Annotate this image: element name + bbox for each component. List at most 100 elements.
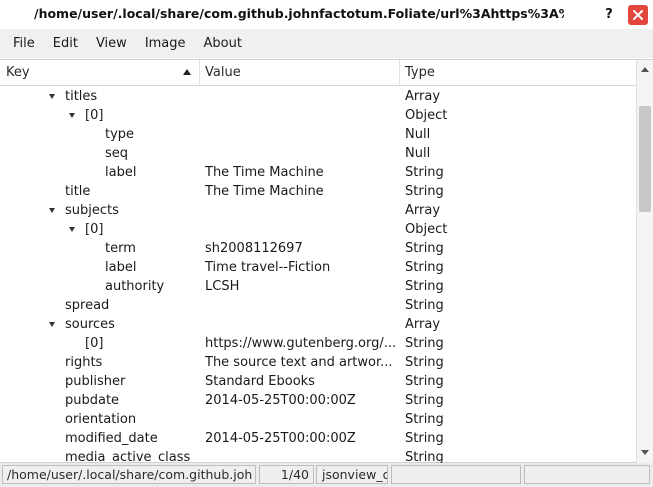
row-type: String: [405, 450, 444, 463]
column-header-key[interactable]: Key: [0, 60, 200, 85]
row-key: modified_date: [65, 431, 158, 446]
row-value: LCSH: [205, 279, 240, 294]
sort-ascending-icon: [183, 69, 191, 75]
row-key: label: [105, 165, 137, 180]
tree-row[interactable]: type Null: [0, 125, 636, 144]
row-type: Null: [405, 127, 431, 142]
row-key: titles: [65, 89, 98, 104]
row-value: sh2008112697: [205, 241, 303, 256]
row-type: Array: [405, 89, 441, 104]
close-icon: [633, 10, 643, 20]
tree-row[interactable]: title The Time Machine String: [0, 182, 636, 201]
row-key: [0]: [85, 222, 104, 237]
tree-row[interactable]: rights The source text and artwor... Strin…: [0, 353, 636, 372]
tree-row[interactable]: titles Array: [0, 87, 636, 106]
row-key: [0]: [85, 336, 104, 351]
tree-row[interactable]: publisher Standard Ebooks String: [0, 372, 636, 391]
row-key: rights: [65, 355, 103, 370]
row-value: 2014-05-25T00:00:00Z: [205, 393, 356, 408]
status-app-name: jsonview_qt5: [316, 465, 388, 484]
tree-row[interactable]: [0] https://www.gutenberg.org/... String: [0, 334, 636, 353]
column-header-value[interactable]: Value: [200, 60, 400, 85]
row-value: https://www.gutenberg.org/...: [205, 336, 397, 351]
status-field-empty-2: [524, 465, 650, 484]
tree-row[interactable]: modified_date 2014-05-25T00:00:00Z String: [0, 429, 636, 448]
row-type: String: [405, 412, 444, 427]
status-bar: /home/user/.local/share/com.github.joh 1…: [0, 463, 653, 487]
menu-about[interactable]: About: [195, 29, 251, 58]
chevron-down-icon[interactable]: [48, 87, 58, 106]
row-type: Array: [405, 317, 441, 332]
row-key: sources: [65, 317, 115, 332]
row-type: String: [405, 393, 444, 408]
row-type: String: [405, 336, 444, 351]
row-type: Array: [405, 203, 441, 218]
row-key: label: [105, 260, 137, 275]
tree-row[interactable]: label Time travel--Fiction String: [0, 258, 636, 277]
row-type: String: [405, 184, 444, 199]
menu-file[interactable]: File: [4, 29, 44, 58]
row-key: authority: [105, 279, 165, 294]
tree-header: Key Value Type: [0, 60, 636, 86]
row-key: term: [105, 241, 136, 256]
row-key: spread: [65, 298, 110, 313]
row-type: String: [405, 279, 444, 294]
close-button[interactable]: [628, 5, 648, 25]
scroll-down-arrow-icon[interactable]: [637, 445, 653, 461]
menu-edit[interactable]: Edit: [44, 29, 87, 58]
scroll-up-arrow-icon[interactable]: [637, 62, 653, 78]
window-title: /home/user/.local/share/com.github.johnf…: [34, 6, 564, 21]
json-tree-view[interactable]: Key Value Type titles Array [0] Object type N…: [0, 59, 653, 463]
menu-bar: File Edit View Image About: [0, 29, 653, 58]
menu-image[interactable]: Image: [136, 29, 195, 58]
column-header-key-label: Key: [6, 65, 30, 80]
row-key: title: [65, 184, 91, 199]
chevron-down-icon[interactable]: [68, 106, 78, 125]
title-bar: /home/user/.local/share/com.github.johnf…: [0, 0, 653, 29]
tree-row[interactable]: sources Array: [0, 315, 636, 334]
tree-row[interactable]: orientation String: [0, 410, 636, 429]
row-key: seq: [105, 146, 129, 161]
status-file-path: /home/user/.local/share/com.github.joh: [2, 465, 256, 484]
row-value: The source text and artwor...: [205, 355, 393, 370]
row-key: [0]: [85, 108, 104, 123]
tree-row[interactable]: subjects Array: [0, 201, 636, 220]
row-value: Time travel--Fiction: [205, 260, 331, 275]
row-value: The Time Machine: [205, 165, 324, 180]
status-field-empty-1: [391, 465, 521, 484]
tree-row[interactable]: pubdate 2014-05-25T00:00:00Z String: [0, 391, 636, 410]
scrollbar-thumb[interactable]: [639, 106, 651, 212]
tree-row[interactable]: authority LCSH String: [0, 277, 636, 296]
row-type: Object: [405, 108, 448, 123]
row-key: orientation: [65, 412, 137, 427]
row-type: String: [405, 431, 444, 446]
menu-view[interactable]: View: [87, 29, 136, 58]
row-key: type: [105, 127, 135, 142]
row-type: Null: [405, 146, 431, 161]
tree-row[interactable]: spread String: [0, 296, 636, 315]
tree-rows: titles Array [0] Object type Null seq Null label…: [0, 87, 636, 463]
row-key: publisher: [65, 374, 126, 389]
chevron-down-icon[interactable]: [48, 315, 58, 334]
row-key: media_active_class: [65, 450, 191, 463]
tree-row[interactable]: term sh2008112697 String: [0, 239, 636, 258]
row-type: Object: [405, 222, 448, 237]
tree-row[interactable]: [0] Object: [0, 106, 636, 125]
row-value: The Time Machine: [205, 184, 324, 199]
chevron-down-icon[interactable]: [68, 220, 78, 239]
row-value: Standard Ebooks: [205, 374, 315, 389]
column-header-type[interactable]: Type: [400, 60, 636, 85]
help-button[interactable]: ?: [601, 6, 617, 22]
tree-row[interactable]: [0] Object: [0, 220, 636, 239]
row-type: String: [405, 355, 444, 370]
row-key: subjects: [65, 203, 119, 218]
chevron-down-icon[interactable]: [48, 201, 58, 220]
row-type: String: [405, 165, 444, 180]
tree-row[interactable]: label The Time Machine String: [0, 163, 636, 182]
tree-row[interactable]: media_active_class String: [0, 448, 636, 463]
vertical-scrollbar[interactable]: [636, 60, 653, 463]
row-value: 2014-05-25T00:00:00Z: [205, 431, 356, 446]
row-key: pubdate: [65, 393, 120, 408]
tree-row[interactable]: seq Null: [0, 144, 636, 163]
row-type: String: [405, 298, 444, 313]
